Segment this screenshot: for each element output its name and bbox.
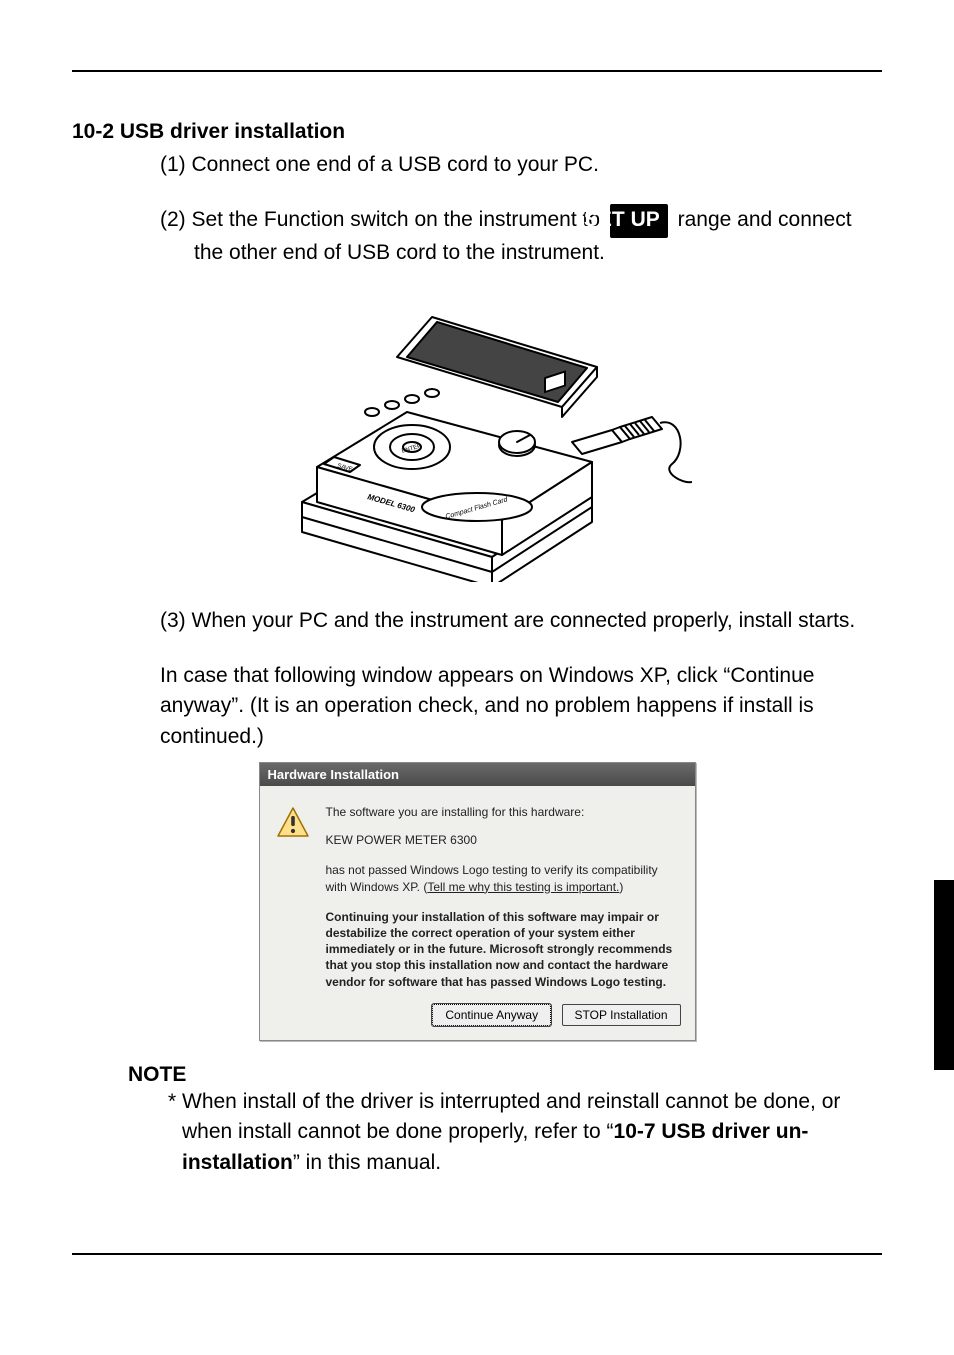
dialog-button-row: Continue Anyway STOP Installation (260, 998, 695, 1040)
stop-installation-button[interactable]: STOP Installation (562, 1004, 681, 1026)
dialog-line1: The software you are installing for this… (326, 804, 679, 820)
install-steps: (1) Connect one end of a USB cord to you… (160, 150, 882, 268)
step-2-prefix: (2) Set the Function switch on the instr… (160, 208, 600, 231)
step-2: (2) Set the Function switch on the instr… (160, 204, 882, 268)
dialog-why-link[interactable]: Tell me why this testing is important. (427, 880, 619, 894)
bottom-rule (72, 1253, 882, 1255)
dialog-titlebar: Hardware Installation (260, 763, 695, 786)
note-heading: NOTE (128, 1063, 882, 1087)
device-illustration: ENTER SAVE MODEL 6300 Compact Flash Card (262, 292, 692, 582)
page-content: 10-2 USB driver installation (1) Connect… (72, 72, 882, 1178)
dialog-text: The software you are installing for this… (326, 804, 679, 990)
hardware-install-dialog: Hardware Installation The software you a… (259, 762, 696, 1041)
xp-paragraph: In case that following window appears on… (160, 661, 882, 752)
note-suffix: ” in this manual. (293, 1151, 441, 1174)
manual-page: 10-2 USB driver installation (1) Connect… (0, 0, 954, 1355)
continue-anyway-button[interactable]: Continue Anyway (432, 1004, 551, 1026)
dialog-body: The software you are installing for this… (260, 786, 695, 998)
setup-badge: SET UP (610, 204, 668, 237)
note-body: * When install of the driver is interrup… (168, 1087, 882, 1178)
warning-icon (276, 806, 310, 840)
thumb-index-tab (934, 880, 954, 1070)
step-1: (1) Connect one end of a USB cord to you… (160, 150, 882, 180)
install-steps-cont: (3) When your PC and the instrument are … (160, 606, 882, 636)
dialog-compat-suffix: ) (619, 880, 623, 894)
dialog-warning-block: Continuing your installation of this sof… (326, 909, 679, 990)
section-heading: 10-2 USB driver installation (72, 120, 882, 144)
dialog-device-name: KEW POWER METER 6300 (326, 832, 679, 848)
dialog-compat-line: has not passed Windows Logo testing to v… (326, 862, 679, 894)
step-3: (3) When your PC and the instrument are … (160, 606, 882, 636)
